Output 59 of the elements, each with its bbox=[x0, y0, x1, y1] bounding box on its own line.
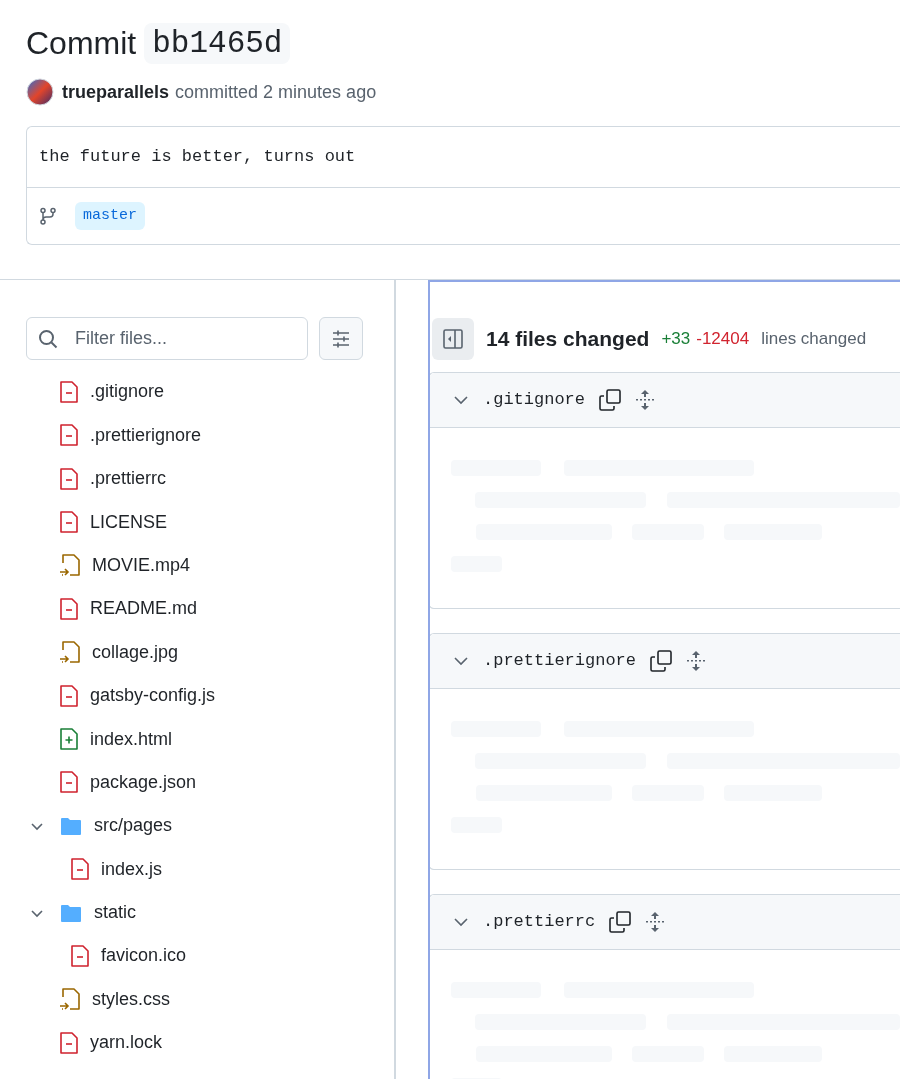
file-removed-icon bbox=[71, 944, 89, 967]
search-icon bbox=[38, 329, 58, 350]
filter-field[interactable]: Filter files... bbox=[26, 317, 308, 361]
file-removed-icon bbox=[60, 380, 78, 403]
lines-changed-label: lines changed bbox=[761, 328, 867, 351]
copy-icon[interactable] bbox=[609, 911, 632, 934]
expand-icon[interactable] bbox=[686, 650, 707, 673]
tree-item[interactable]: collage.jpg bbox=[26, 630, 394, 674]
files-changed-count: 14 files changed bbox=[486, 326, 650, 353]
page-title: Commit bbox=[26, 24, 137, 63]
copy-icon[interactable] bbox=[650, 650, 673, 673]
branch-label[interactable]: master bbox=[75, 201, 145, 231]
sidebar-toggle-button[interactable] bbox=[432, 318, 474, 361]
file-removed-icon bbox=[60, 1031, 78, 1054]
diff-file-name: .prettierignore bbox=[483, 650, 637, 673]
file-removed-icon bbox=[71, 858, 89, 881]
sliders-icon[interactable] bbox=[331, 328, 351, 349]
file-removed-icon bbox=[60, 467, 78, 490]
avatar bbox=[26, 78, 54, 107]
folder-icon bbox=[60, 902, 82, 923]
tree-item[interactable]: styles.css bbox=[26, 977, 394, 1022]
branch-icon bbox=[39, 206, 57, 225]
file-removed-icon bbox=[60, 771, 78, 794]
tree-item[interactable]: index.html bbox=[26, 717, 394, 761]
commit-sha: bb1465d bbox=[144, 23, 291, 65]
additions-count: +33 bbox=[661, 328, 691, 351]
settings-button[interactable] bbox=[319, 317, 363, 361]
file-moved-icon bbox=[60, 641, 80, 664]
expand-icon[interactable] bbox=[645, 911, 666, 934]
tree-item[interactable]: .gitignore bbox=[26, 370, 394, 414]
file-removed-icon bbox=[60, 597, 78, 620]
diff-file-name: .gitignore bbox=[483, 389, 586, 412]
file-moved-icon bbox=[60, 554, 80, 577]
copy-icon[interactable] bbox=[599, 389, 622, 412]
tree-item[interactable]: src/pages bbox=[26, 804, 394, 848]
tree-item[interactable]: yarn.lock bbox=[26, 1021, 394, 1065]
deletions-count: -12404 bbox=[696, 328, 750, 351]
tree-item[interactable]: index.js bbox=[26, 847, 394, 891]
tree-item[interactable]: .prettierignore bbox=[26, 413, 394, 457]
diff-file-name: .prettierrc bbox=[483, 911, 596, 934]
tree-item[interactable]: gatsby-config.js bbox=[26, 673, 394, 718]
file-added-icon bbox=[60, 728, 78, 750]
sidebar-icon[interactable] bbox=[442, 328, 464, 351]
file-moved-icon bbox=[60, 988, 80, 1011]
commit-time: committed 2 minutes ago bbox=[175, 80, 377, 104]
tree-item[interactable]: static bbox=[26, 890, 394, 935]
file-removed-icon bbox=[60, 511, 78, 534]
tree-item[interactable]: package.json bbox=[26, 760, 394, 805]
tree-item[interactable]: .prettierrc bbox=[26, 456, 394, 501]
tree-item[interactable]: MOVIE.mp4 bbox=[26, 543, 394, 588]
expand-icon[interactable] bbox=[635, 389, 656, 412]
folder-icon bbox=[60, 815, 82, 836]
file-removed-icon bbox=[60, 684, 78, 707]
tree-item[interactable]: LICENSE bbox=[26, 500, 394, 544]
author-link[interactable]: trueparallels bbox=[62, 78, 170, 106]
tree-item[interactable]: README.md bbox=[26, 587, 394, 631]
tree-item[interactable]: favicon.ico bbox=[26, 934, 394, 978]
commit-message: the future is better, turns out bbox=[27, 127, 900, 188]
file-removed-icon bbox=[60, 424, 78, 447]
